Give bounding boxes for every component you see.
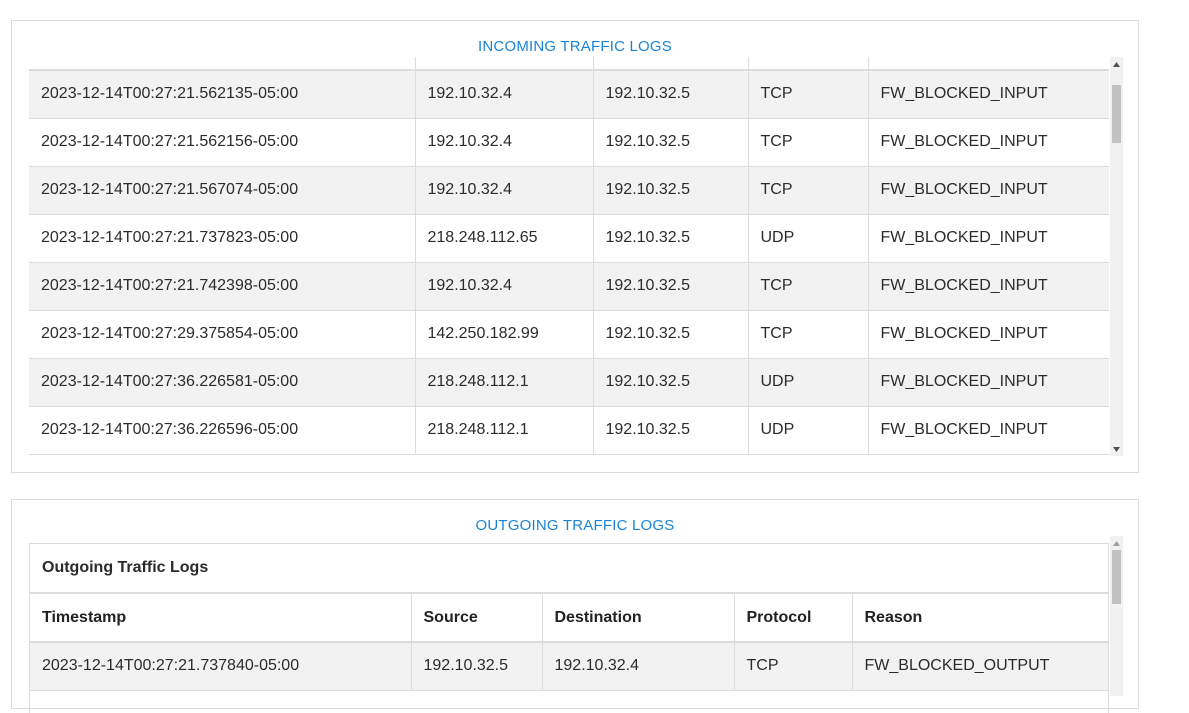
cell-protocol: TCP: [748, 310, 869, 359]
outgoing-scrollbar[interactable]: [1110, 536, 1123, 696]
table-row[interactable]: 2023-12-14T00:27:21.567074-05:00 192.10.3…: [29, 166, 1109, 215]
cell-reason: FW_BLOCKED_INPUT: [868, 262, 1109, 311]
cell-reason: FW_BLOCKED_INPUT: [868, 118, 1109, 167]
cell-destination: 192.10.32.5: [593, 214, 749, 263]
cell-timestamp: 2023-12-14T00:27:21.742398-05:00: [29, 262, 416, 311]
cell-protocol: UDP: [748, 358, 869, 407]
outgoing-panel-title: OUTGOING TRAFFIC LOGS: [475, 517, 675, 534]
cell-timestamp: 2023-12-14T00:27:36.226596-05:00: [29, 406, 416, 455]
cell-timestamp: 2023-12-14T00:27:21.737840-05:00: [30, 642, 412, 691]
cell-destination: 192.10.32.5: [593, 166, 749, 215]
cell-timestamp: 2023-12-14T00:27:29.375854-05:00: [29, 310, 416, 359]
table-row[interactable]: 2023-12-14T00:27:29.375854-05:00 142.250.…: [29, 310, 1109, 359]
cell-reason: FW_BLOCKED_INPUT: [868, 214, 1109, 263]
incoming-table-viewport[interactable]: 2023-12-14T00:27:21.562135-05:00 192.10.3…: [29, 57, 1109, 456]
incoming-traffic-panel: INCOMING TRAFFIC LOGS 2023-12-14T00:27:2…: [11, 20, 1139, 473]
cell-protocol: TCP: [748, 262, 869, 311]
table-header-row: Timestamp Source Destination Protocol Re…: [30, 593, 1108, 643]
outgoing-traffic-panel: OUTGOING TRAFFIC LOGS Outgoing Traffic L…: [11, 499, 1139, 713]
table-row[interactable]: 2023-12-14T00:27:21.737840-05:00 192.10.3…: [30, 642, 1108, 691]
table-row[interactable]: 2023-12-14T00:27:21.562156-05:00 192.10.3…: [29, 118, 1109, 167]
cell-reason: FW_BLOCKED_INPUT: [868, 70, 1109, 119]
cell-source: 192.10.32.4: [415, 262, 594, 311]
cell-source: 192.10.32.4: [415, 118, 594, 167]
column-header-timestamp[interactable]: Timestamp: [30, 593, 412, 643]
cell-timestamp: 2023-12-14T00:27:21.562135-05:00: [29, 70, 416, 119]
outgoing-traffic-table: Outgoing Traffic Logs Timestamp Source D…: [30, 544, 1108, 691]
table-header-row-hidden: [29, 57, 1109, 71]
cell-reason: FW_BLOCKED_INPUT: [868, 358, 1109, 407]
table-caption-row: Outgoing Traffic Logs: [30, 544, 1108, 594]
table-row[interactable]: 2023-12-14T00:27:36.226596-05:00 218.248.…: [29, 406, 1109, 455]
outgoing-scrollbar-thumb[interactable]: [1112, 550, 1121, 604]
cell-timestamp: 2023-12-14T00:27:36.226581-05:00: [29, 358, 416, 407]
cell-protocol: UDP: [748, 406, 869, 455]
incoming-scrollbar[interactable]: [1110, 57, 1123, 456]
cell-destination: 192.10.32.5: [593, 262, 749, 311]
cell-protocol: UDP: [748, 214, 869, 263]
cell-timestamp: 2023-12-14T00:27:21.737823-05:00: [29, 214, 416, 263]
outgoing-table-viewport[interactable]: Outgoing Traffic Logs Timestamp Source D…: [29, 543, 1109, 713]
cell-reason: FW_BLOCKED_INPUT: [868, 166, 1109, 215]
table-row[interactable]: 2023-12-14T00:27:21.737823-05:00 218.248.…: [29, 214, 1109, 263]
cell-destination: 192.10.32.5: [593, 70, 749, 119]
cell-source: 142.250.182.99: [415, 310, 594, 359]
cell-destination: 192.10.32.5: [593, 406, 749, 455]
scroll-down-arrow-icon[interactable]: [1110, 442, 1123, 456]
cell-protocol: TCP: [748, 70, 869, 119]
cell-source: 218.248.112.1: [415, 406, 594, 455]
cell-destination: 192.10.32.5: [593, 310, 749, 359]
column-header-protocol[interactable]: Protocol: [734, 593, 853, 643]
cell-source: 192.10.32.5: [411, 642, 543, 691]
incoming-traffic-table: 2023-12-14T00:27:21.562135-05:00 192.10.3…: [29, 57, 1109, 455]
table-row[interactable]: 2023-12-14T00:27:36.226581-05:00 218.248.…: [29, 358, 1109, 407]
cell-timestamp: 2023-12-14T00:27:21.562156-05:00: [29, 118, 416, 167]
cell-timestamp: 2023-12-14T00:27:21.567074-05:00: [29, 166, 416, 215]
column-header-reason[interactable]: Reason: [852, 593, 1108, 643]
cell-source: 192.10.32.4: [415, 70, 594, 119]
incoming-scrollbar-thumb[interactable]: [1112, 85, 1121, 143]
cell-source: 218.248.112.1: [415, 358, 594, 407]
column-header-destination[interactable]: Destination: [542, 593, 735, 643]
scroll-up-arrow-icon[interactable]: [1110, 536, 1123, 550]
cell-destination: 192.10.32.5: [593, 358, 749, 407]
cell-destination: 192.10.32.5: [593, 118, 749, 167]
cell-source: 218.248.112.65: [415, 214, 594, 263]
table-row[interactable]: 2023-12-14T00:27:21.562135-05:00 192.10.3…: [29, 70, 1109, 119]
cell-reason: FW_BLOCKED_INPUT: [868, 310, 1109, 359]
table-row[interactable]: 2023-12-14T00:27:21.742398-05:00 192.10.3…: [29, 262, 1109, 311]
scroll-up-arrow-icon[interactable]: [1110, 57, 1123, 71]
incoming-panel-title: INCOMING TRAFFIC LOGS: [478, 38, 672, 55]
cell-reason: FW_BLOCKED_INPUT: [868, 406, 1109, 455]
cell-source: 192.10.32.4: [415, 166, 594, 215]
cell-reason: FW_BLOCKED_OUTPUT: [852, 642, 1108, 691]
cell-protocol: TCP: [734, 642, 853, 691]
outgoing-table-caption: Outgoing Traffic Logs: [30, 544, 1108, 594]
column-header-source[interactable]: Source: [411, 593, 543, 643]
cell-protocol: TCP: [748, 166, 869, 215]
cell-protocol: TCP: [748, 118, 869, 167]
cell-destination: 192.10.32.4: [542, 642, 735, 691]
